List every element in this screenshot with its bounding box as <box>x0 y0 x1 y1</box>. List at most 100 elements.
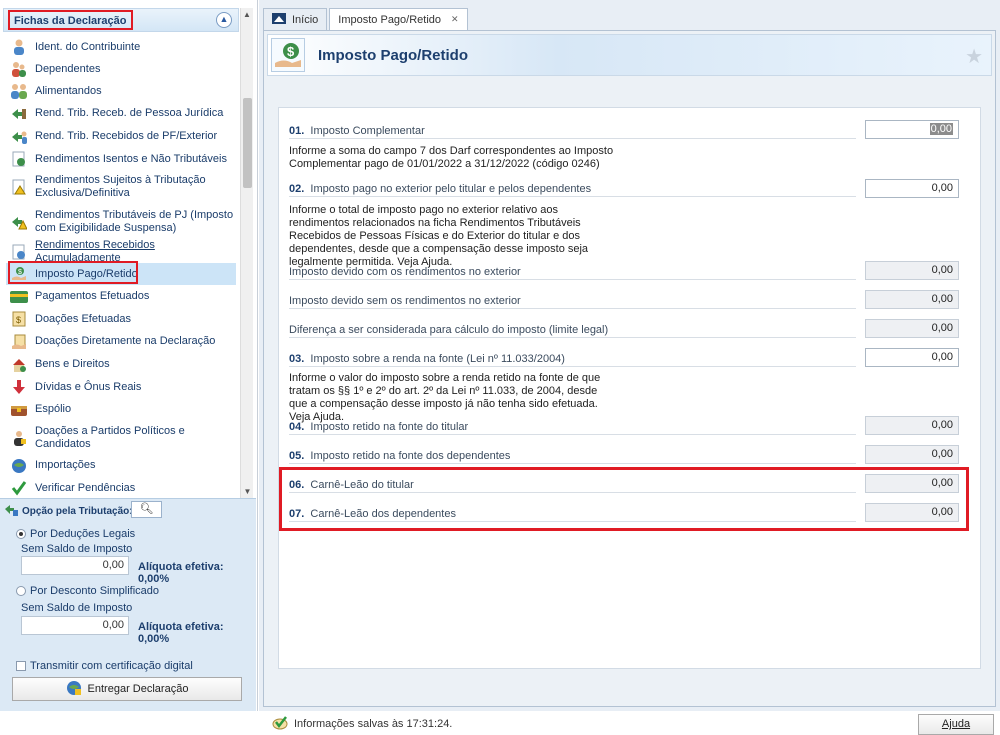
sidebar-item-label: Rendimentos Isentos e Não Tributáveis <box>35 152 227 165</box>
radio-label: Por Deduções Legais <box>30 528 136 540</box>
direct-donations-icon <box>10 333 28 351</box>
main-panel: Início Imposto Pago/Retido ✕ $ Imposto P… <box>259 0 1000 735</box>
row-01-info: Informe a soma do campo 7 dos Darf corre… <box>289 145 614 170</box>
row-label-text: Imposto Complementar <box>310 125 425 137</box>
row-03-label: 03. Imposto sobre a renda na fonte (Lei … <box>289 353 565 365</box>
alimentandos-icon <box>10 82 28 100</box>
tab-inicio[interactable]: Início <box>263 8 328 30</box>
deducoes-aliquota: Alíquota efetiva: 0,00% <box>138 561 224 585</box>
scroll-down-icon[interactable]: ▼ <box>241 485 254 498</box>
radio-desconto-simplificado[interactable]: Por Desconto Simplificado <box>16 585 159 597</box>
diferenca-label: Diferença a ser considerada para cálculo… <box>289 324 609 336</box>
sidebar-item-importacoes[interactable]: Importações <box>6 454 236 477</box>
ajuda-label: Ajuda <box>941 718 971 730</box>
row-02-info: Informe o total de imposto pago no exter… <box>289 204 589 268</box>
simplificado-sub-label: Sem Saldo de Imposto <box>21 602 133 614</box>
tributacao-icon <box>4 503 18 520</box>
sidebar-item-alimentandos[interactable]: Alimentandos <box>6 80 236 102</box>
home-icon <box>272 12 286 27</box>
sidebar-item-label: Rendimentos Recebidos Acumuladamente <box>35 238 155 264</box>
radio-button[interactable] <box>16 529 26 539</box>
sidebar-item-doacoes[interactable]: $ Doações Efetuadas <box>6 308 236 330</box>
tab-label: Início <box>292 13 319 26</box>
sidebar-item-doacoes-direta[interactable]: Doações Diretamente na Declaração <box>6 330 236 353</box>
sidebar-item-verificar-pendencias[interactable]: Verificar Pendências <box>6 477 236 499</box>
exempt-income-icon <box>10 150 28 168</box>
imports-icon <box>10 457 28 475</box>
sidebar-item-label: Alimentandos <box>35 84 102 97</box>
devido-sem-value: 0,00 <box>865 290 959 309</box>
estate-icon <box>10 401 28 419</box>
sidebar-item-label: Imposto Pago/Retido <box>35 267 138 280</box>
content-frame: $ Imposto Pago/Retido ★ 01. Imposto Comp… <box>263 30 996 735</box>
tab-label: Imposto Pago/Retido <box>338 13 442 26</box>
divider <box>289 279 856 280</box>
sidebar-item-label: Rend. Trib. Recebidos de PF/Exterior <box>35 130 218 142</box>
page-title: Imposto Pago/Retido <box>318 47 468 64</box>
entregar-label: Entregar Declaração <box>87 683 189 695</box>
sidebar-panel: Fichas da Declaração ▲ Ident. do Contrib… <box>0 0 258 711</box>
assets-icon <box>10 356 28 374</box>
sidebar-item-label: Dívidas e Ônus Reais <box>35 380 142 393</box>
fichas-header[interactable]: Fichas da Declaração ▲ <box>3 8 239 32</box>
devido-com-value: 0,00 <box>865 261 959 280</box>
devido-com-label: Imposto devido com os rendimentos no ext… <box>289 266 521 278</box>
sidebar-item-label: Pagamentos Efetuados <box>35 290 150 302</box>
political-donations-icon <box>10 429 28 447</box>
income-pf-icon <box>10 128 28 146</box>
close-icon[interactable]: ✕ <box>451 14 459 25</box>
sidebar-scrollbar[interactable]: ▲ ▼ <box>240 8 253 498</box>
simplificado-aliquota: Alíquota efetiva: 0,00% <box>138 621 224 645</box>
star-icon[interactable]: ★ <box>965 44 983 69</box>
sidebar-item-label: Verificar Pendências <box>35 481 136 494</box>
sidebar-item-dependentes[interactable]: Dependentes <box>6 58 236 80</box>
radio-deducoes-legais[interactable]: Por Deduções Legais <box>16 528 135 540</box>
opcao-header: Opção pela Tributação: <box>4 503 133 520</box>
sidebar-item-label: Ident. do Contribuinte <box>35 40 141 53</box>
ajuda-button[interactable]: Ajuda <box>918 714 994 735</box>
sidebar-item-rend-isentos[interactable]: Rendimentos Isentos e Não Tributáveis <box>6 148 236 170</box>
tab-imposto-pago-retido[interactable]: Imposto Pago/Retido ✕ <box>329 8 468 30</box>
radio-button[interactable] <box>16 586 26 596</box>
sidebar-item-label: Rendimentos Tributáveis de PJ (Imposto c… <box>35 209 234 234</box>
sidebar-item-imposto-pago-retido[interactable]: $ Imposto Pago/Retido <box>6 263 236 285</box>
sidebar-item-dividas[interactable]: Dívidas e Ônus Reais <box>6 376 236 398</box>
sidebar-item-pagamentos[interactable]: Pagamentos Efetuados <box>6 285 236 308</box>
cert-checkbox[interactable] <box>16 661 26 671</box>
sidebar-item-bens-direitos[interactable]: Bens e Direitos <box>6 353 236 376</box>
devido-sem-label: Imposto devido sem os rendimentos no ext… <box>289 295 521 307</box>
row-05-label: 05. Imposto retido na fonte dos dependen… <box>289 450 510 462</box>
sidebar-item-rend-pj[interactable]: Rend. Trib. Receb. de Pessoa Jurídica <box>6 102 236 125</box>
sidebar-item-label: Importações <box>35 459 96 471</box>
exclusive-tax-icon <box>10 178 28 196</box>
accumulated-income-icon <box>10 243 28 261</box>
sidebar-item-rend-acumuladamente[interactable]: Rendimentos Recebidos Acumuladamente <box>6 238 236 264</box>
field-value: 0,00 <box>929 123 953 135</box>
opcao-search-button[interactable]: 🔍︎ <box>131 501 162 518</box>
collapse-up-icon[interactable]: ▲ <box>216 12 232 28</box>
cert-checkbox-row[interactable]: Transmitir com certificação digital <box>16 660 193 672</box>
sidebar-item-rend-exigibilidade[interactable]: Rendimentos Tributáveis de PJ (Imposto c… <box>6 204 236 240</box>
sidebar-item-rend-exclusiva[interactable]: Rendimentos Sujeitos à Tributação Exclus… <box>6 170 236 204</box>
imposto-exterior-input[interactable]: 0,00 <box>865 179 959 198</box>
imposto-complementar-input[interactable]: 0,00 <box>865 120 959 139</box>
sidebar-item-partidos[interactable]: Doações a Partidos Políticos e Candidato… <box>6 421 236 454</box>
sidebar-item-label: Espólio <box>35 403 72 415</box>
simplificado-value: 0,00 <box>21 616 129 635</box>
imposto-fonte-lei-input[interactable]: 0,00 <box>865 348 959 367</box>
status-bar: Informações salvas às 17:31:24. <box>271 714 452 733</box>
sidebar-item-label: Rend. Trib. Receb. de Pessoa Jurídica <box>35 107 224 119</box>
globe-send-icon <box>66 680 82 699</box>
tax-paid-icon: $ <box>271 38 305 72</box>
sidebar-item-rend-pf-exterior[interactable]: Rend. Trib. Recebidos de PF/Exterior <box>6 125 236 148</box>
sidebar-item-espolio[interactable]: Espólio <box>6 398 236 421</box>
opcao-title: Opção pela Tributação: <box>22 506 133 517</box>
sidebar-item-label: Doações Efetuadas <box>35 312 132 325</box>
tax-paid-icon: $ <box>10 265 28 283</box>
scrollbar-thumb[interactable] <box>243 98 252 188</box>
scroll-up-icon[interactable]: ▲ <box>241 8 253 21</box>
debts-icon <box>10 378 28 396</box>
retido-dependentes-value: 0,00 <box>865 445 959 464</box>
sidebar-item-ident-contribuinte[interactable]: Ident. do Contribuinte <box>6 36 236 58</box>
entregar-declaracao-button[interactable]: Entregar Declaração <box>12 677 242 701</box>
